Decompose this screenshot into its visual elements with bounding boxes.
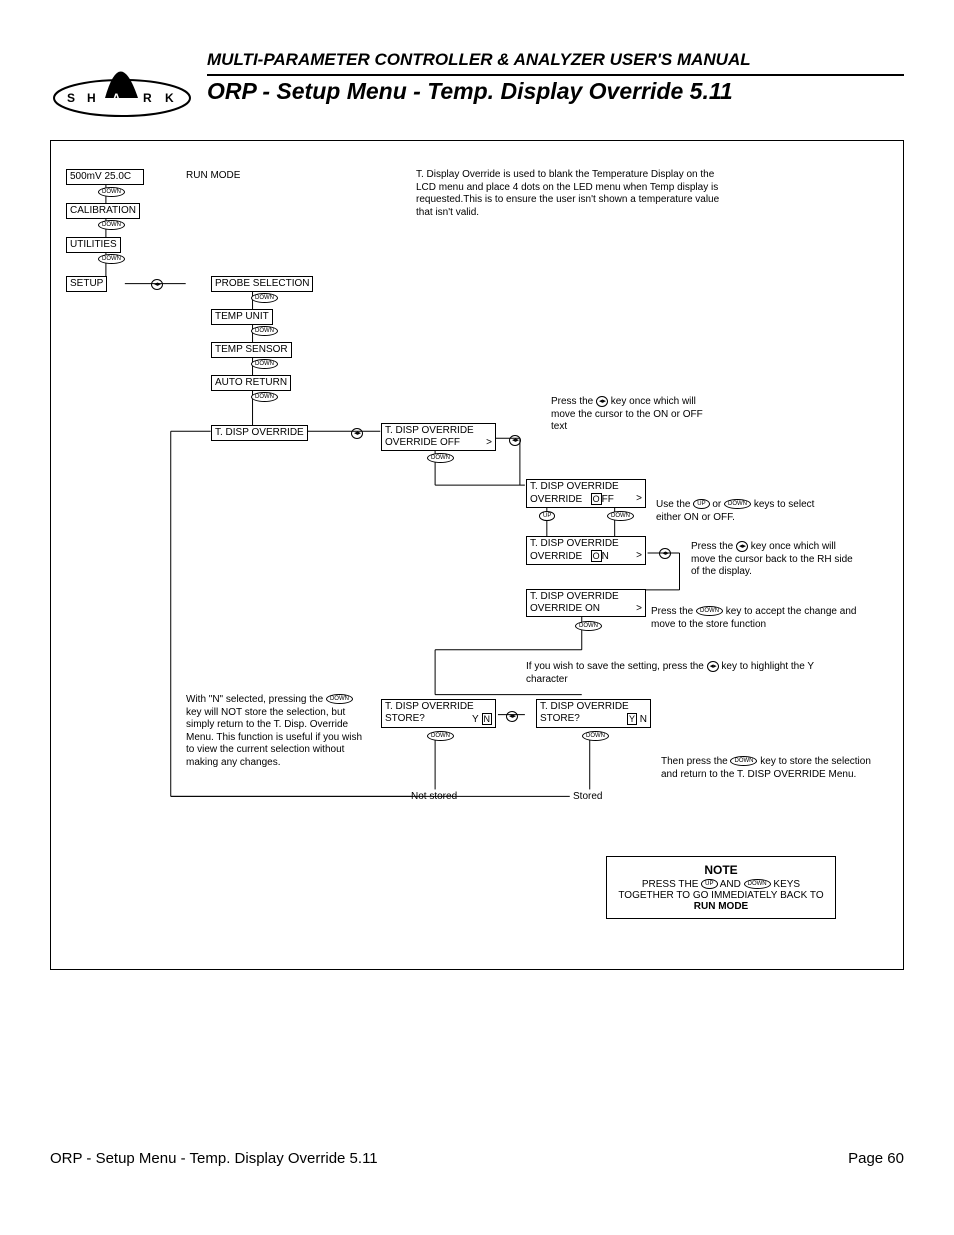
down-key-icon: DOWN	[582, 731, 609, 741]
screen-line1: T. DISP OVERRIDE	[530, 591, 642, 603]
down-key-icon: DOWN	[251, 293, 278, 303]
lr-key-icon: ◂ ▸	[659, 548, 671, 559]
then-down-text: Then press the DOWN key to store the sel…	[661, 756, 871, 781]
page-header: S H A R K MULTI-PARAMETER CONTROLLER & A…	[50, 50, 904, 120]
calibration-box: CALIBRATION	[66, 203, 140, 219]
press-lr-back-text: Press the ◂ ▸ key once which will move t…	[691, 541, 861, 579]
down-key-icon: DOWN	[251, 359, 278, 369]
setup-box: SETUP	[66, 276, 107, 292]
svg-text:K: K	[165, 91, 174, 105]
down-key-icon: DOWN	[98, 254, 125, 264]
screen-line1: T. DISP OVERRIDE	[385, 425, 492, 437]
temp-sensor-box: TEMP SENSOR	[211, 342, 292, 358]
note-title: NOTE	[617, 863, 825, 877]
screen-line1: T. DISP OVERRIDE	[385, 701, 492, 713]
down-key-icon: DOWN	[251, 392, 278, 402]
svg-text:R: R	[143, 91, 152, 105]
footer-right: Page 60	[848, 1150, 904, 1167]
use-updown-text: Use the UP or DOWN keys to select either…	[656, 499, 836, 524]
lr-key-icon: ◂ ▸	[736, 541, 748, 552]
run-display-box: 500mV 25.0C	[66, 169, 144, 185]
screen-line1: T. DISP OVERRIDE	[530, 538, 642, 550]
screen-line2: OVERRIDE ON>	[530, 550, 642, 563]
down-key-icon: DOWN	[575, 621, 602, 631]
lr-key-icon: ◂ ▸	[707, 661, 719, 672]
save-setting-text: If you wish to save the setting, press t…	[526, 661, 816, 686]
up-key-icon: UP	[539, 511, 555, 521]
lr-key-icon: ◂ ▸	[351, 428, 363, 439]
override-off-screen: T. DISP OVERRIDE OVERRIDE OFF>	[381, 423, 496, 451]
page-title: ORP - Setup Menu - Temp. Display Overrid…	[207, 78, 904, 105]
press-down-accept-text: Press the DOWN key to accept the change …	[651, 606, 861, 631]
probe-selection-box: PROBE SELECTION	[211, 276, 313, 292]
screen-line2: STORE?Y N	[540, 713, 647, 725]
down-key-icon: DOWN	[724, 499, 751, 509]
override-on-cursor-screen: T. DISP OVERRIDE OVERRIDE ON>	[526, 536, 646, 565]
down-key-icon: DOWN	[98, 187, 125, 197]
lr-key-icon: ◂ ▸	[509, 435, 521, 446]
n-selected-text: With "N" selected, pressing the DOWN key…	[186, 694, 366, 769]
override-off-cursor-screen: T. DISP OVERRIDE OVERRIDE OFF>	[526, 479, 646, 508]
utilities-box: UTILITIES	[66, 237, 121, 253]
screen-line2: OVERRIDE OFF>	[385, 437, 492, 449]
svg-text:H: H	[87, 91, 96, 105]
svg-text:A: A	[112, 91, 121, 105]
down-key-icon: DOWN	[607, 511, 634, 521]
down-key-icon: DOWN	[326, 694, 353, 704]
manual-title: MULTI-PARAMETER CONTROLLER & ANALYZER US…	[207, 50, 904, 76]
shark-logo: S H A R K	[50, 50, 195, 120]
up-key-icon: UP	[701, 879, 717, 889]
store-y-screen: T. DISP OVERRIDE STORE?Y N	[536, 699, 651, 728]
svg-text:S: S	[67, 91, 75, 105]
down-key-icon: DOWN	[427, 731, 454, 741]
stored-label: Stored	[573, 791, 602, 802]
screen-line2: OVERRIDE OFF>	[530, 493, 642, 506]
down-key-icon: DOWN	[730, 756, 757, 766]
screen-line2: STORE?Y N	[385, 713, 492, 725]
screen-line1: T. DISP OVERRIDE	[530, 481, 642, 493]
down-key-icon: DOWN	[251, 326, 278, 336]
run-mode-label: RUN MODE	[186, 170, 240, 181]
lr-key-icon: ◂ ▸	[506, 711, 518, 722]
down-key-icon: DOWN	[696, 606, 723, 616]
footer-left: ORP - Setup Menu - Temp. Display Overrid…	[50, 1150, 378, 1167]
lr-key-icon: ◂ ▸	[596, 396, 608, 407]
down-key-icon: DOWN	[427, 453, 454, 463]
down-key-icon: DOWN	[744, 879, 771, 889]
temp-unit-box: TEMP UNIT	[211, 309, 273, 325]
t-disp-override-box: T. DISP OVERRIDE	[211, 425, 308, 441]
store-n-screen: T. DISP OVERRIDE STORE?Y N	[381, 699, 496, 728]
note-line3: RUN MODE	[617, 901, 825, 912]
screen-line2: OVERRIDE ON>	[530, 603, 642, 615]
down-key-icon: DOWN	[98, 220, 125, 230]
page-footer: ORP - Setup Menu - Temp. Display Overrid…	[50, 1150, 904, 1167]
press-lr-text: Press the ◂ ▸ key once which will move t…	[551, 396, 721, 434]
override-on-final-screen: T. DISP OVERRIDE OVERRIDE ON>	[526, 589, 646, 617]
auto-return-box: AUTO RETURN	[211, 375, 291, 391]
screen-line1: T. DISP OVERRIDE	[540, 701, 647, 713]
not-stored-label: Not stored	[411, 791, 457, 802]
note-box: NOTE PRESS THE UP AND DOWN KEYS TOGETHER…	[606, 856, 836, 919]
up-key-icon: UP	[693, 499, 709, 509]
note-line1: PRESS THE UP AND DOWN KEYS	[617, 879, 825, 890]
main-description: T. Display Override is used to blank the…	[416, 169, 736, 219]
lr-key-icon: ◂ ▸	[151, 279, 163, 290]
note-line2: TOGETHER TO GO IMMEDIATELY BACK TO	[617, 890, 825, 901]
flow-diagram: 500mV 25.0C RUN MODE DOWN CALIBRATION DO…	[50, 140, 904, 970]
